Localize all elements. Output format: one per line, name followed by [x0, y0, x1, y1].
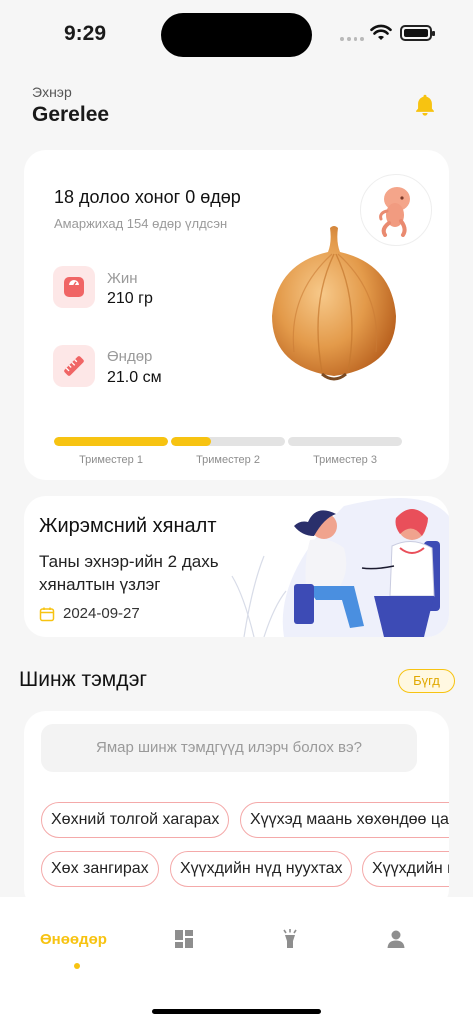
symptom-search-input[interactable]: Ямар шинж тэмдгүүд илэрч болох вэ?	[41, 724, 417, 772]
scale-icon	[53, 266, 95, 308]
prenatal-checkup-card[interactable]: Жирэмсний хяналт Таны эхнэр-ийн 2 дахь х…	[24, 496, 449, 637]
weight-value: 210 гр	[107, 290, 153, 307]
symptom-chip[interactable]: Хөхний толгой хагарах	[41, 802, 230, 838]
profile-icon	[387, 930, 405, 948]
status-time: 9:29	[64, 22, 107, 45]
checkup-description: Таны эхнэр-ийн 2 дахь хяналтын үзлэг	[39, 552, 219, 594]
nav-tab-profile[interactable]	[384, 927, 408, 951]
symptom-chip[interactable]: Хөх зангирах	[41, 851, 159, 887]
symptom-chip[interactable]: Хүүхэд маань хөхөндөө цадаж байна уу	[240, 802, 449, 838]
checkup-title: Жирэмсний хяналт	[39, 515, 217, 537]
symptom-chip[interactable]: Хүүхдийн нөх	[362, 851, 449, 887]
checkup-date: 2024-09-27	[63, 605, 140, 622]
nav-tab-tips[interactable]	[278, 927, 302, 951]
dynamic-island	[161, 13, 312, 57]
trimester-3-bar	[288, 437, 402, 446]
trimester-2-label: Триместер 2	[196, 454, 260, 466]
active-tab-indicator	[74, 963, 80, 969]
trimester-1-label: Триместер 1	[79, 454, 143, 466]
height-value: 21.0 см	[107, 369, 162, 386]
dashboard-icon	[175, 930, 193, 948]
nav-tab-dashboard[interactable]	[172, 927, 196, 951]
height-label: Өндөр	[107, 348, 153, 365]
signal-icon	[340, 37, 364, 43]
status-bar: 9:29	[0, 0, 473, 70]
header-subtitle: Эхнэр	[32, 84, 72, 100]
wifi-icon	[370, 24, 392, 40]
days-left-text: Амаржихад 154 өдөр үлдсэн	[54, 216, 228, 231]
all-symptoms-button[interactable]: Бүгд	[398, 669, 455, 693]
symptoms-title: Шинж тэмдэг	[19, 668, 148, 691]
weight-label: Жин	[107, 270, 138, 287]
symptom-chip[interactable]: Хүүхдийн нүд нуухтах	[170, 851, 353, 887]
bottom-nav: Өнөөдөр	[0, 897, 473, 1024]
pregnancy-card[interactable]: 18 долоо хоног 0 өдөр Амаржихад 154 өдөр…	[24, 150, 449, 480]
ruler-icon	[53, 345, 95, 387]
trimester-1-bar	[54, 437, 168, 446]
battery-icon	[400, 25, 435, 41]
header-name: Gerelee	[32, 103, 110, 126]
nav-tab-today[interactable]: Өнөөдөр	[40, 931, 107, 948]
symptoms-card: Ямар шинж тэмдгүүд илэрч болох вэ? Хөхни…	[24, 711, 449, 911]
calendar-icon	[39, 607, 55, 622]
home-indicator	[152, 1009, 321, 1014]
onion-image	[272, 226, 396, 381]
tips-icon	[283, 929, 297, 948]
week-text: 18 долоо хоног 0 өдөр	[54, 187, 241, 207]
bell-icon[interactable]	[412, 92, 438, 118]
trimester-2-bar	[171, 437, 285, 446]
trimester-3-label: Триместер 3	[313, 454, 377, 466]
